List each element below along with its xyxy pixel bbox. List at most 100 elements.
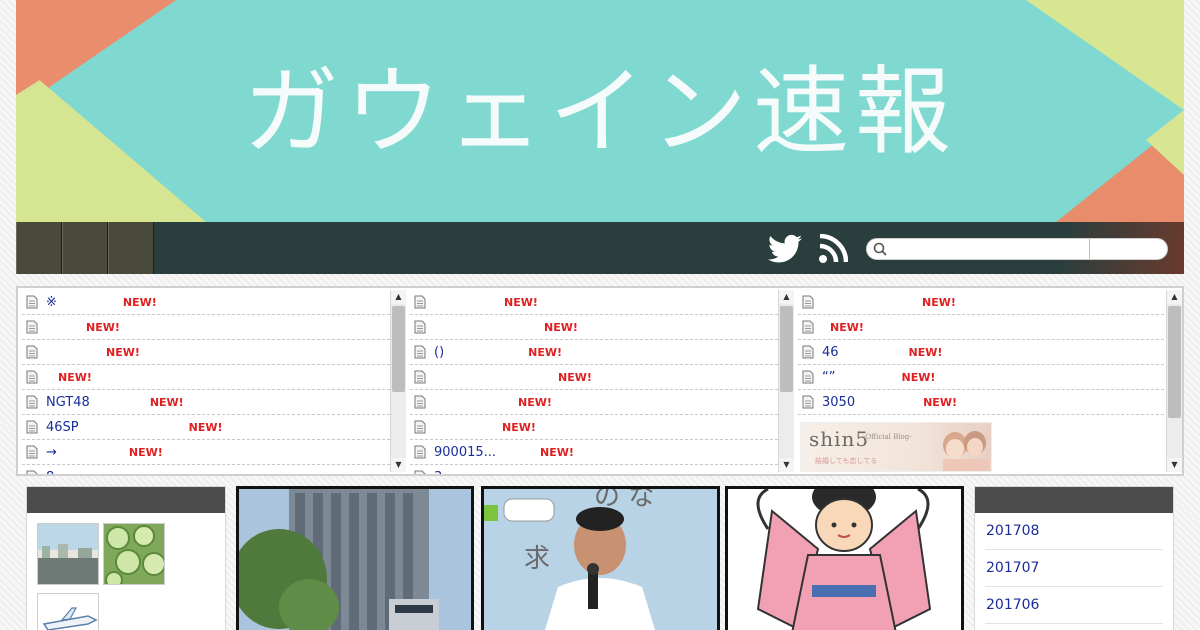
- feed-item[interactable]: () NEW!: [410, 340, 778, 365]
- archive-month-link[interactable]: 201707: [986, 560, 1039, 576]
- feed-item-title[interactable]: 46: [822, 345, 839, 360]
- scroll-thumb[interactable]: [1168, 306, 1181, 418]
- feed-item-title[interactable]: →: [46, 445, 57, 460]
- rss-icon[interactable]: [818, 233, 849, 264]
- document-icon: [26, 320, 38, 334]
- archive-month-link[interactable]: 201708: [986, 523, 1039, 539]
- scroll-thumb[interactable]: [392, 306, 405, 392]
- scroll-up-arrow-icon[interactable]: ▲: [779, 290, 794, 304]
- site-title[interactable]: ガウェイン速報: [16, 64, 1184, 160]
- feed-item[interactable]: NEW!: [410, 315, 778, 340]
- document-icon: [802, 370, 814, 384]
- document-icon: [26, 345, 38, 359]
- feed-item[interactable]: “” NEW!: [798, 365, 1164, 390]
- shin5-blog-banner[interactable]: shin5 -Official Blog- 結婚しても恋してる: [800, 422, 992, 472]
- twitter-icon[interactable]: [768, 234, 802, 264]
- feed-item[interactable]: NEW!: [410, 415, 778, 440]
- new-badge: NEW!: [106, 345, 140, 359]
- document-icon: [414, 295, 426, 309]
- new-badge: NEW!: [128, 445, 163, 459]
- new-badge: NEW!: [188, 420, 223, 434]
- feed-item[interactable]: NEW!: [410, 390, 778, 415]
- search-box: [866, 238, 1168, 260]
- search-button[interactable]: [1090, 239, 1164, 259]
- new-badge: NEW!: [540, 445, 574, 459]
- scroll-up-arrow-icon[interactable]: ▲: [391, 290, 406, 304]
- feed-item-title[interactable]: 46SP: [46, 420, 79, 435]
- feed-item[interactable]: NEW!: [22, 365, 390, 390]
- archive-list: 201708 201707 201706: [985, 513, 1163, 624]
- feed-column-1: ※ NEW! NEW! NEW! NEW! NGT48NEW! 46SP NEW! → NEW! 8: [22, 290, 390, 474]
- site-banner[interactable]: ガウェイン速報: [16, 0, 1184, 222]
- feed-item[interactable]: NEW!: [22, 315, 390, 340]
- new-badge: NEW!: [923, 395, 957, 409]
- thumbnail-skyline[interactable]: [37, 523, 99, 585]
- feed-column-2-scrollbar[interactable]: ▲ ▼: [778, 290, 794, 472]
- scroll-up-arrow-icon[interactable]: ▲: [1167, 290, 1182, 304]
- thumbnail-airplane[interactable]: [37, 593, 99, 630]
- feature-card-speaker[interactable]: の な 求: [481, 486, 720, 630]
- feature-image-building: [239, 489, 471, 630]
- feed-item-title[interactable]: 3: [434, 470, 442, 475]
- feed-item-title[interactable]: 3050: [822, 395, 855, 410]
- couple-illustration: [943, 431, 989, 471]
- feed-item-title[interactable]: (): [434, 345, 444, 360]
- feature-card-building[interactable]: [236, 486, 474, 630]
- feed-item[interactable]: 900015... NEW!: [410, 440, 778, 465]
- feature-card-dancer[interactable]: [725, 486, 964, 630]
- left-sidebar-header: [27, 487, 225, 513]
- feed-item-title[interactable]: NGT48: [46, 395, 90, 410]
- feed-item[interactable]: NGT48 NEW!: [22, 390, 390, 415]
- feed-item-title[interactable]: 8: [46, 470, 54, 475]
- feed-item-title[interactable]: 900015...: [434, 445, 496, 460]
- new-badge: NEW!: [830, 320, 864, 334]
- archive-item: 201706: [985, 587, 1163, 624]
- new-badge: NEW!: [122, 295, 157, 309]
- new-badge: NEW!: [908, 345, 943, 359]
- feed-item[interactable]: NEW!: [798, 290, 1164, 315]
- nav-item-2[interactable]: [62, 222, 108, 274]
- document-icon: [26, 470, 38, 474]
- new-badge: NEW!: [544, 320, 578, 334]
- feed-item[interactable]: 3050 NEW!: [798, 390, 1164, 415]
- feed-column-2: NEW! NEW! () NEW! NEW! NEW! NEW! 900015... NEW! 3: [410, 290, 778, 474]
- new-badge: NEW!: [922, 295, 956, 309]
- new-badge: NEW!: [58, 370, 92, 384]
- document-icon: [802, 345, 814, 359]
- thumbnail-cucumbers[interactable]: [103, 523, 165, 585]
- feed-item[interactable]: 46 NEW!: [798, 340, 1164, 365]
- document-icon: [414, 445, 426, 459]
- document-icon: [26, 370, 38, 384]
- document-icon: [802, 395, 814, 409]
- document-icon: [414, 345, 426, 359]
- left-sidebar-widget: [26, 486, 226, 630]
- feed-item[interactable]: NEW!: [22, 340, 390, 365]
- search-icon: [873, 242, 887, 256]
- feed-column-1-scrollbar[interactable]: ▲ ▼: [390, 290, 406, 472]
- feed-item[interactable]: NEW!: [410, 290, 778, 315]
- scroll-down-arrow-icon[interactable]: ▼: [391, 458, 406, 472]
- scroll-thumb[interactable]: [780, 306, 793, 392]
- search-input[interactable]: [888, 239, 1090, 259]
- feed-item[interactable]: 46SP NEW!: [22, 415, 390, 440]
- feed-item[interactable]: ※ NEW!: [22, 290, 390, 315]
- document-icon: [26, 295, 38, 309]
- new-badge: NEW!: [518, 395, 552, 409]
- feed-item[interactable]: 8: [22, 465, 390, 474]
- scroll-down-arrow-icon[interactable]: ▼: [1167, 458, 1182, 472]
- feed-item[interactable]: NEW!: [798, 315, 1164, 340]
- document-icon: [414, 395, 426, 409]
- feed-item[interactable]: → NEW!: [22, 440, 390, 465]
- feed-item-title[interactable]: ※: [46, 295, 57, 310]
- nav-item-3[interactable]: [108, 222, 154, 274]
- new-badge: NEW!: [502, 420, 536, 434]
- feed-item[interactable]: 3: [410, 465, 778, 474]
- feed-column-3-scrollbar[interactable]: ▲ ▼: [1166, 290, 1182, 472]
- archive-month-link[interactable]: 201706: [986, 597, 1039, 613]
- scroll-down-arrow-icon[interactable]: ▼: [779, 458, 794, 472]
- feed-item-title[interactable]: “”: [822, 370, 835, 385]
- feed-item[interactable]: NEW!: [410, 365, 778, 390]
- nav-item-1[interactable]: [16, 222, 62, 274]
- document-icon: [802, 320, 814, 334]
- nav-bar: [16, 222, 1184, 274]
